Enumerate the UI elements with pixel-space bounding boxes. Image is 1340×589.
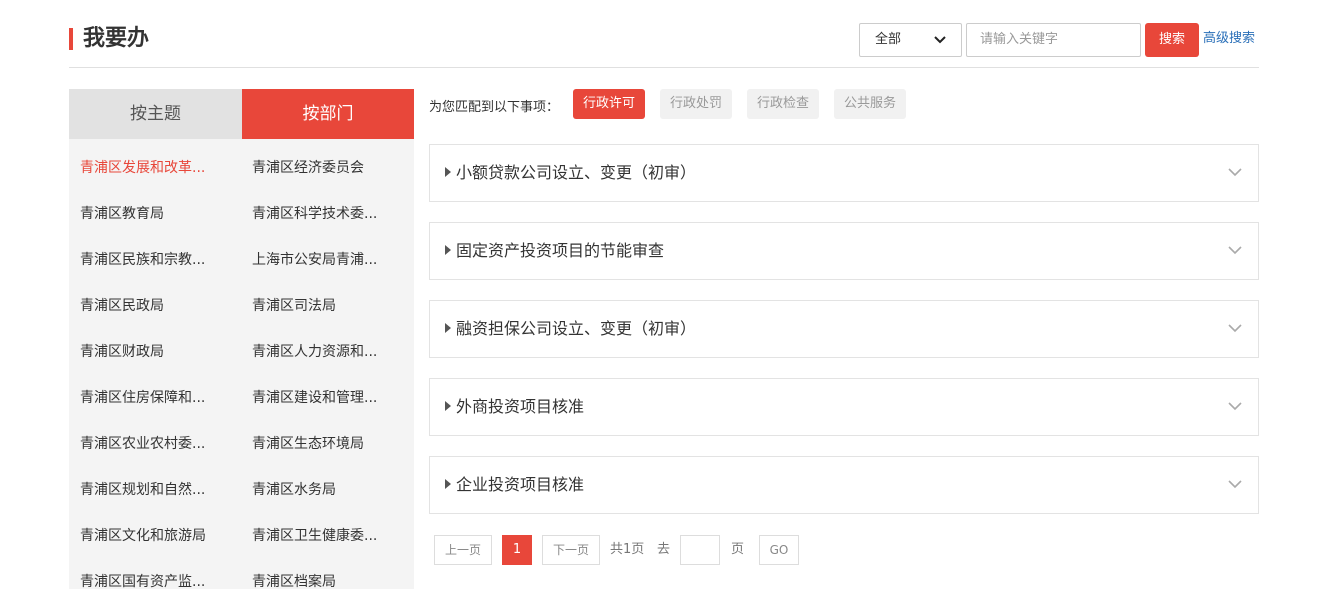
advanced-search-link[interactable]: 高级搜索 xyxy=(1203,31,1255,47)
expand-chevron-icon[interactable] xyxy=(1228,164,1242,178)
search-button[interactable]: 搜索 xyxy=(1145,23,1199,57)
page-button-current[interactable]: 1 xyxy=(502,535,532,565)
department-item[interactable]: 青浦区司法局 xyxy=(252,297,336,315)
service-item-title: 企业投资项目核准 xyxy=(456,475,585,494)
title-accent-bar xyxy=(69,28,73,50)
caret-right-icon xyxy=(445,401,451,411)
page-title: 我要办 xyxy=(83,26,150,51)
department-item[interactable]: 青浦区国有资产监... xyxy=(80,573,205,589)
service-item[interactable]: 企业投资项目核准 xyxy=(429,456,1259,514)
search-input[interactable]: 请输入关键字 xyxy=(966,23,1141,57)
department-item[interactable]: 青浦区财政局 xyxy=(80,343,164,361)
service-item-title: 外商投资项目核准 xyxy=(456,397,585,416)
caret-right-icon xyxy=(445,479,451,489)
department-item[interactable]: 青浦区发展和改革... xyxy=(80,159,205,177)
department-item[interactable]: 青浦区水务局 xyxy=(252,481,336,499)
total-pages-text: 共1页 xyxy=(610,542,645,557)
caret-right-icon xyxy=(445,167,451,177)
department-item[interactable]: 上海市公安局青浦... xyxy=(252,251,377,269)
chip-administrative-inspection[interactable]: 行政检查 xyxy=(747,89,820,119)
next-page-button[interactable]: 下一页 xyxy=(542,535,600,565)
department-item[interactable]: 青浦区档案局 xyxy=(252,573,336,589)
chip-administrative-penalty[interactable]: 行政处罚 xyxy=(660,89,733,119)
expand-chevron-icon[interactable] xyxy=(1228,476,1242,490)
department-item[interactable]: 青浦区经济委员会 xyxy=(252,159,364,177)
expand-chevron-icon[interactable] xyxy=(1228,320,1242,334)
department-item[interactable]: 青浦区规划和自然... xyxy=(80,481,205,499)
service-item[interactable]: 外商投资项目核准 xyxy=(429,378,1259,436)
prev-page-button[interactable]: 上一页 xyxy=(434,535,492,565)
department-item[interactable]: 青浦区住房保障和... xyxy=(80,389,205,407)
page-unit-label: 页 xyxy=(731,542,745,557)
scope-select-value: 全部 xyxy=(875,32,902,47)
department-item[interactable]: 青浦区人力资源和... xyxy=(252,343,377,361)
caret-right-icon xyxy=(445,323,451,333)
tab-by-department[interactable]: 按部门 xyxy=(242,89,414,139)
service-item-title: 小额贷款公司设立、变更（初审） xyxy=(456,163,697,182)
department-sidebar: 按主题 按部门 青浦区发展和改革... 青浦区经济委员会 青浦区教育局 青浦区科… xyxy=(69,89,414,589)
expand-chevron-icon[interactable] xyxy=(1228,242,1242,256)
service-item-title: 融资担保公司设立、变更（初审） xyxy=(456,319,697,338)
department-item[interactable]: 青浦区科学技术委... xyxy=(252,205,377,223)
service-item[interactable]: 固定资产投资项目的节能审查 xyxy=(429,222,1259,280)
chip-public-service[interactable]: 公共服务 xyxy=(834,89,907,119)
department-item[interactable]: 青浦区生态环境局 xyxy=(252,435,364,453)
service-item[interactable]: 融资担保公司设立、变更（初审） xyxy=(429,300,1259,358)
department-item[interactable]: 青浦区卫生健康委... xyxy=(252,527,377,545)
department-item[interactable]: 青浦区农业农村委... xyxy=(80,435,205,453)
expand-chevron-icon[interactable] xyxy=(1228,398,1242,412)
department-item[interactable]: 青浦区教育局 xyxy=(80,205,164,223)
tab-by-topic[interactable]: 按主题 xyxy=(69,89,242,139)
service-item[interactable]: 小额贷款公司设立、变更（初审） xyxy=(429,144,1259,202)
page-header: 我要办 全部 请输入关键字 搜索 高级搜索 xyxy=(69,22,1259,68)
filter-label: 为您匹配到以下事项： xyxy=(429,100,560,115)
department-item[interactable]: 青浦区文化和旅游局 xyxy=(80,527,206,545)
service-item-title: 固定资产投资项目的节能审查 xyxy=(456,241,665,260)
page-number-input[interactable] xyxy=(680,535,720,565)
department-item[interactable]: 青浦区民政局 xyxy=(80,297,164,315)
go-button[interactable]: GO xyxy=(759,535,799,565)
department-item[interactable]: 青浦区建设和管理... xyxy=(252,389,377,407)
goto-label: 去 xyxy=(657,542,671,557)
scope-select[interactable]: 全部 xyxy=(859,23,962,57)
chip-administrative-license[interactable]: 行政许可 xyxy=(573,89,646,119)
department-item[interactable]: 青浦区民族和宗教... xyxy=(80,251,205,269)
chevron-down-icon xyxy=(933,24,947,68)
caret-right-icon xyxy=(445,245,451,255)
